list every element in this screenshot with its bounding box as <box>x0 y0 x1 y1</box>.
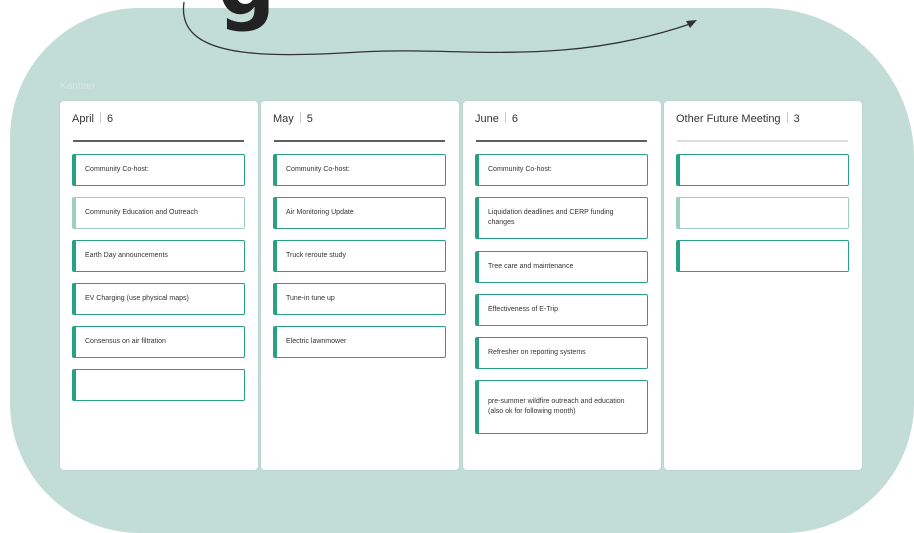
card[interactable]: pre-summer wildfire outreach and educati… <box>475 380 648 434</box>
kanban-board: April 6 Community Co-host: Community Educ… <box>60 101 862 470</box>
card[interactable]: EV Charging (use physical maps) <box>72 283 245 315</box>
card-text: Tune-in tune up <box>286 295 335 302</box>
column-header: Other Future Meeting 3 <box>676 112 800 128</box>
column-header: April 6 <box>72 112 113 128</box>
card-text: Electric lawnmower <box>286 338 347 345</box>
column-title: June <box>475 113 499 125</box>
card[interactable]: Effectiveness of E-Trip <box>475 294 648 326</box>
card-text: Community Co-host: <box>488 166 552 173</box>
column-count: 6 <box>511 113 518 125</box>
header-divider <box>786 112 788 123</box>
card[interactable]: Air Monitoring Update <box>273 197 446 229</box>
card-empty[interactable] <box>676 240 849 272</box>
column-other-future-meeting: Other Future Meeting 3 <box>664 101 862 470</box>
card[interactable]: Community Co-host: <box>273 154 446 186</box>
board-label: Kanban <box>60 81 95 92</box>
card[interactable]: Tree care and maintenance <box>475 251 648 283</box>
card[interactable]: Truck reroute study <box>273 240 446 272</box>
column-rule <box>274 140 445 142</box>
column-title: April <box>72 113 95 125</box>
card[interactable]: Earth Day announcements <box>72 240 245 272</box>
card-empty[interactable] <box>676 197 849 229</box>
column-title: May <box>273 113 294 125</box>
header-divider <box>504 112 506 123</box>
card[interactable]: Liquidation deadlines and CERP funding c… <box>475 197 648 239</box>
column-count: 3 <box>793 113 800 125</box>
header-divider <box>100 112 102 123</box>
card-text: Air Monitoring Update <box>286 209 354 216</box>
card-text: pre-summer wildfire outreach and educati… <box>488 398 625 415</box>
card[interactable]: Refresher on reporting systems <box>475 337 648 369</box>
card-text: Effectiveness of E-Trip <box>488 306 559 313</box>
card-text: Truck reroute study <box>286 252 347 259</box>
card-text: Community Education and Outreach <box>85 209 198 216</box>
column-may: May 5 Community Co-host: Air Monitoring U… <box>261 101 459 470</box>
card[interactable]: Community Co-host: <box>72 154 245 186</box>
column-header: May 5 <box>273 112 313 128</box>
header-divider <box>299 112 301 123</box>
column-april: April 6 Community Co-host: Community Educ… <box>60 101 258 470</box>
canvas: g Kanban April 6 Community Co-host: Commu… <box>0 0 914 533</box>
heading-fragment: g <box>218 0 276 27</box>
card-text: EV Charging (use physical maps) <box>85 295 189 302</box>
column-count: 5 <box>306 113 313 125</box>
column-rule <box>73 140 244 142</box>
card[interactable]: Consensus on air filtration <box>72 326 245 358</box>
card-empty[interactable] <box>676 154 849 186</box>
card-text: Earth Day announcements <box>85 252 168 259</box>
card-text: Liquidation deadlines and CERP funding c… <box>488 209 614 226</box>
column-count: 6 <box>107 113 114 125</box>
card[interactable]: Electric lawnmower <box>273 326 446 358</box>
column-header: June 6 <box>475 112 518 128</box>
card-empty[interactable] <box>72 369 245 401</box>
card-text: Tree care and maintenance <box>488 263 574 270</box>
card[interactable]: Tune-in tune up <box>273 283 446 315</box>
column-rule <box>476 140 647 142</box>
column-title: Other Future Meeting <box>676 113 781 125</box>
card-text: Refresher on reporting systems <box>488 349 586 356</box>
card[interactable]: Community Education and Outreach <box>72 197 245 229</box>
card-text: Community Co-host: <box>85 166 149 173</box>
card-text: Community Co-host: <box>286 166 350 173</box>
column-june: June 6 Community Co-host: Liquidation dea… <box>463 101 661 470</box>
card[interactable]: Community Co-host: <box>475 154 648 186</box>
card-text: Consensus on air filtration <box>85 338 166 345</box>
column-rule <box>677 140 848 142</box>
